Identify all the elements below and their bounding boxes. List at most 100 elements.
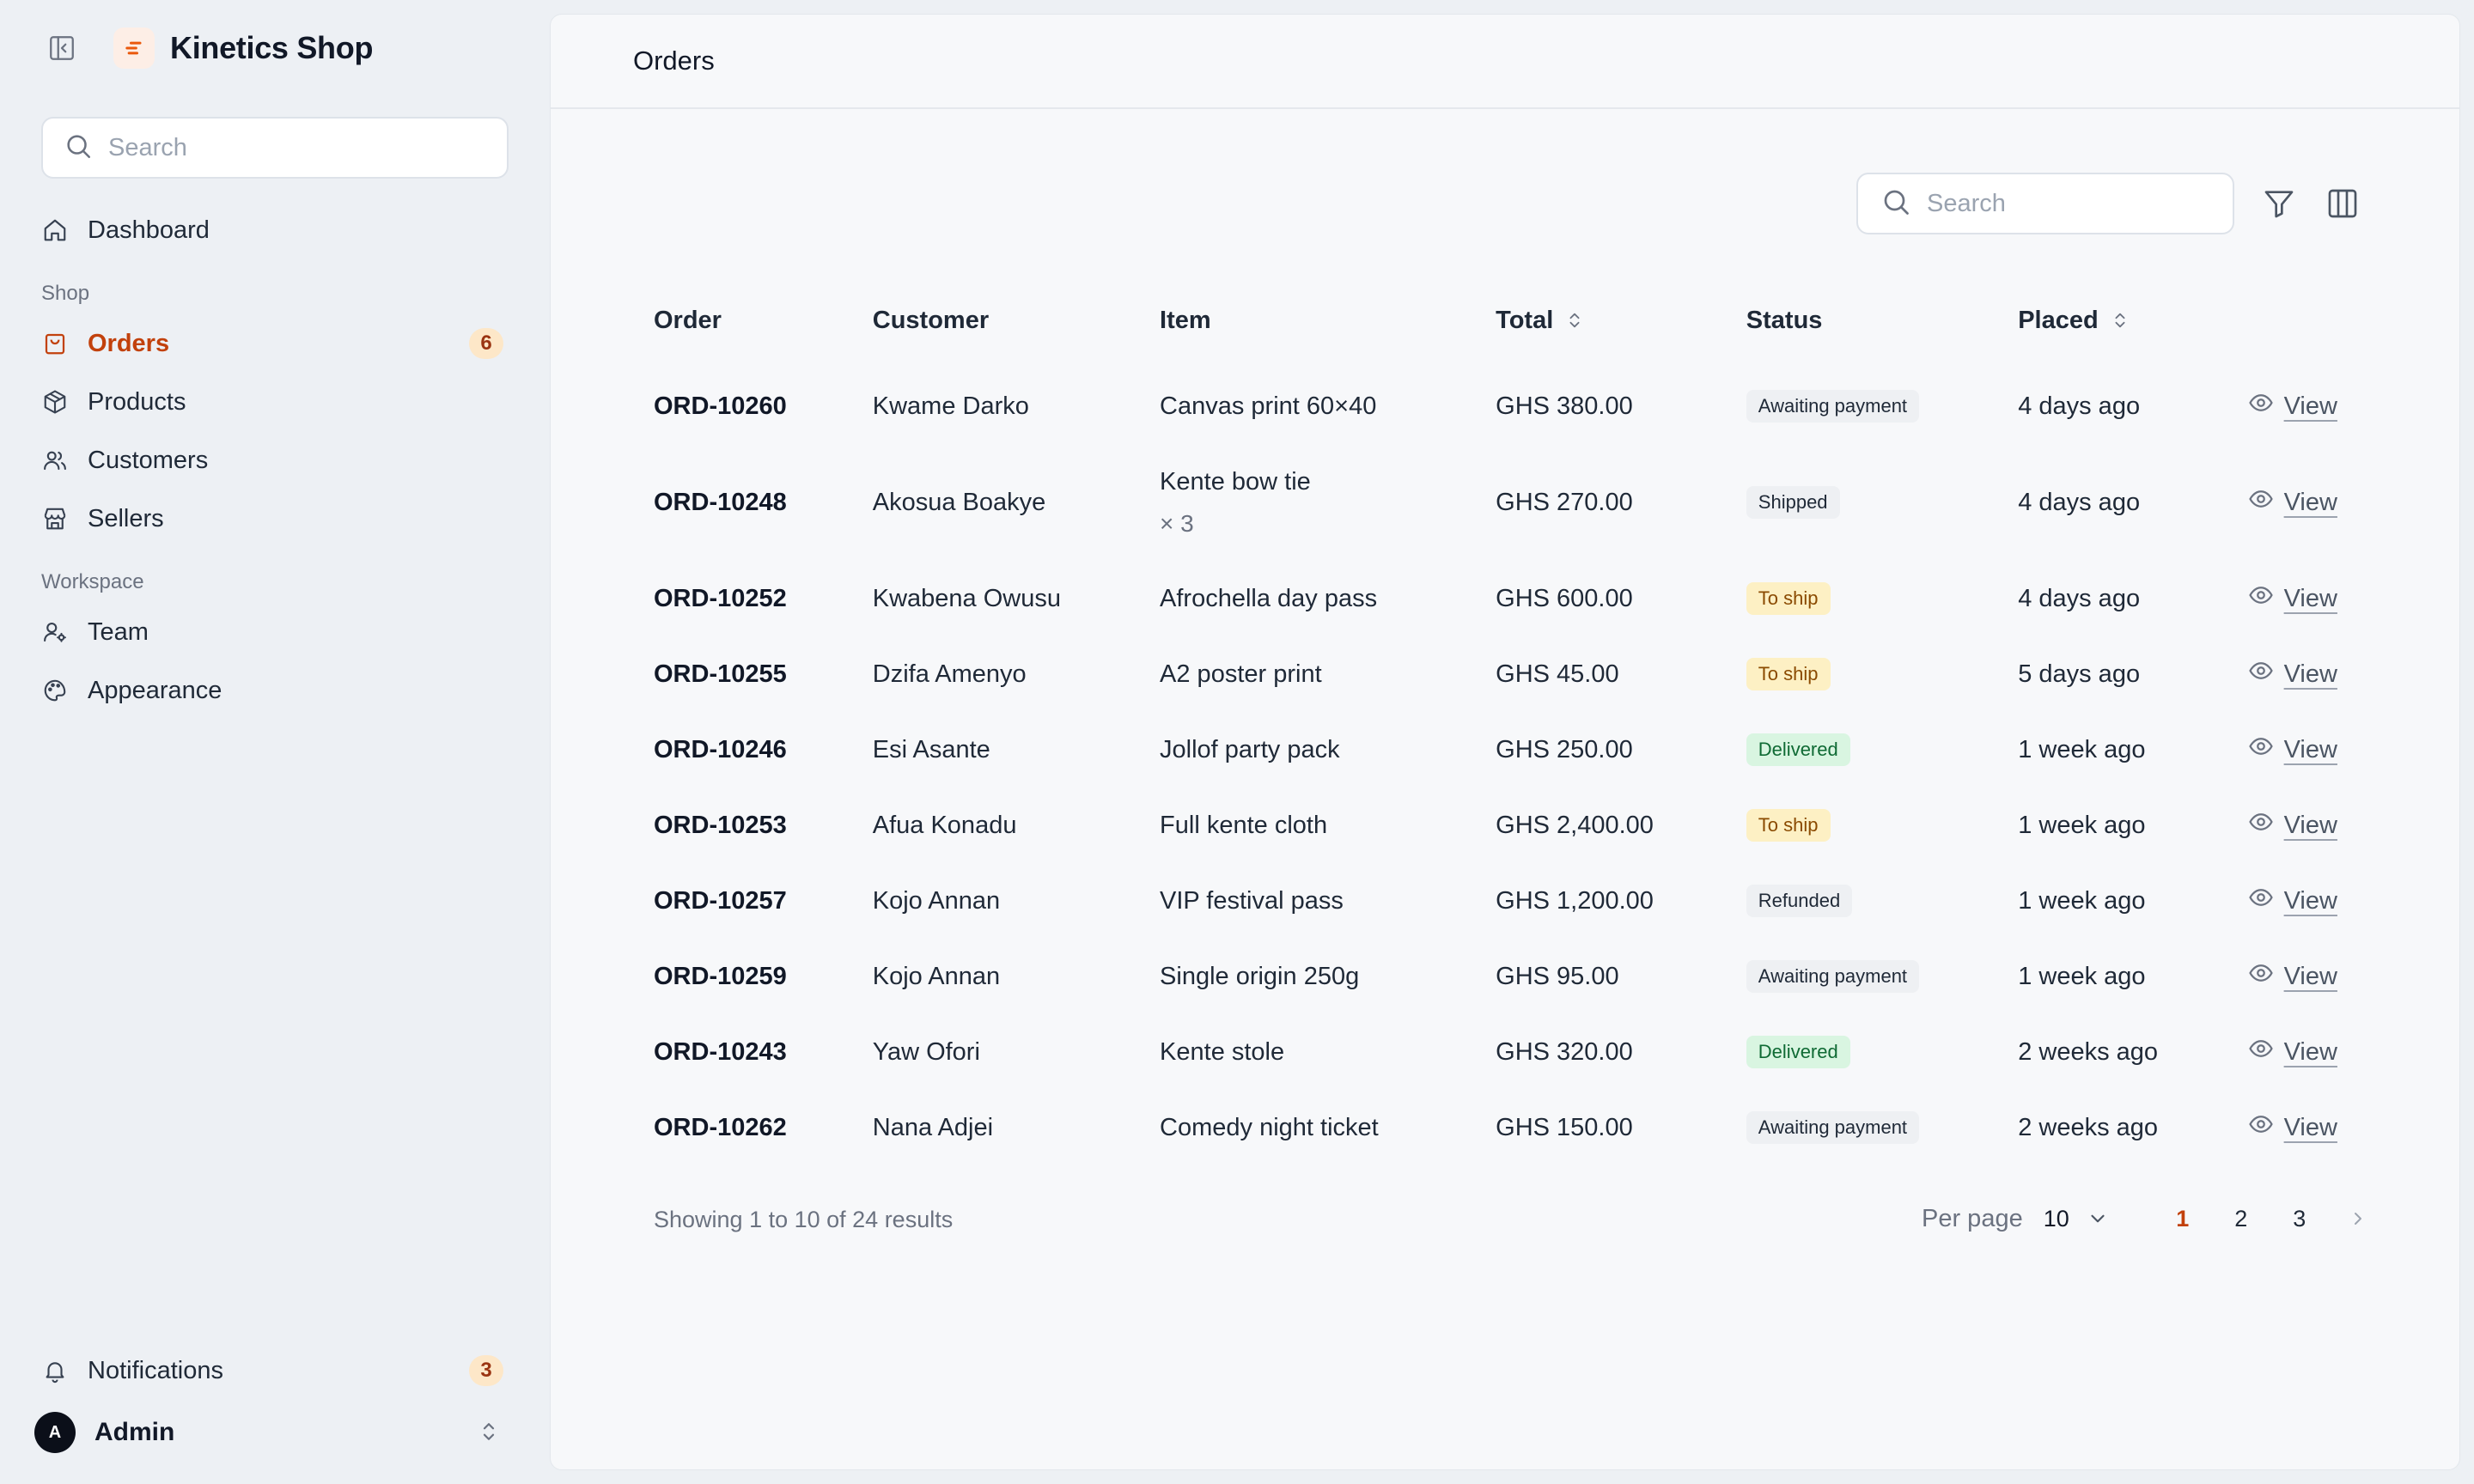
table-row[interactable]: ORD-10260 Kwame Darko Canvas print 60×40 GH… bbox=[654, 368, 2337, 444]
status-badge: Shipped bbox=[1746, 486, 1840, 519]
sidebar-item-label: Products bbox=[88, 387, 186, 416]
filter-icon[interactable] bbox=[2260, 185, 2298, 222]
main-panel: Orders Order Customer Item bbox=[550, 14, 2460, 1470]
table-row[interactable]: ORD-10248 Akosua Boakye Kente bow tie × 3 GH… bbox=[654, 444, 2337, 561]
table-row[interactable]: ORD-10255 Dzifa Amenyo A2 poster print GHS … bbox=[654, 636, 2337, 712]
view-order-link[interactable]: View bbox=[2248, 582, 2337, 615]
placed-date: 4 days ago bbox=[2018, 584, 2141, 612]
actions-cell: View bbox=[2248, 863, 2337, 939]
sidebar-item-notifications[interactable]: Notifications 3 bbox=[41, 1347, 509, 1395]
column-header-placed[interactable]: Placed bbox=[2018, 272, 2247, 368]
column-header-total-label: Total bbox=[1496, 306, 1554, 334]
view-order-link[interactable]: View bbox=[2248, 885, 2337, 917]
status-cell: Shipped bbox=[1746, 444, 2018, 561]
column-header-status: Status bbox=[1746, 306, 1823, 334]
orders-count-badge: 6 bbox=[469, 328, 503, 359]
order-total: GHS 45.00 bbox=[1496, 660, 1619, 688]
table-row[interactable]: ORD-10246 Esi Asante Jollof party pack GHS … bbox=[654, 712, 2337, 788]
view-order-link[interactable]: View bbox=[2248, 733, 2337, 766]
status-cell: Refunded bbox=[1746, 863, 2018, 939]
user-menu[interactable]: A Admin bbox=[34, 1408, 509, 1457]
view-order-link[interactable]: View bbox=[2248, 809, 2337, 842]
columns-icon[interactable] bbox=[2324, 185, 2361, 222]
table-row[interactable]: ORD-10257 Kojo Annan VIP festival pass GHS … bbox=[654, 863, 2337, 939]
sidebar-item-products[interactable]: Products bbox=[41, 378, 509, 426]
table-row[interactable]: ORD-10253 Afua Konadu Full kente cloth GHS … bbox=[654, 788, 2337, 863]
status-badge: Delivered bbox=[1746, 1036, 1850, 1068]
page-title: Orders bbox=[633, 46, 715, 76]
item-name: A2 poster print bbox=[1160, 660, 1322, 688]
table-row[interactable]: ORD-10262 Nana Adjei Comedy night ticket GH… bbox=[654, 1090, 2337, 1165]
table-row[interactable]: ORD-10243 Yaw Ofori Kente stole GHS 320.00 D… bbox=[654, 1014, 2337, 1090]
table-search-input[interactable] bbox=[1927, 189, 2219, 218]
page-3-button[interactable]: 3 bbox=[2270, 1206, 2329, 1232]
status-cell: Awaiting payment bbox=[1746, 939, 2018, 1014]
status-cell: To ship bbox=[1746, 561, 2018, 636]
item-cell: A2 poster print bbox=[1160, 636, 1496, 712]
status-badge: Delivered bbox=[1746, 733, 1850, 766]
order-id: ORD-10262 bbox=[654, 1113, 787, 1141]
box-icon bbox=[41, 388, 69, 416]
view-order-link[interactable]: View bbox=[2248, 658, 2337, 690]
table-header-row: Order Customer Item Total Status Placed bbox=[654, 272, 2337, 368]
eye-icon bbox=[2248, 658, 2274, 690]
customer-name: Yaw Ofori bbox=[872, 1037, 980, 1066]
sidebar-search[interactable] bbox=[41, 117, 509, 179]
brand-name: Kinetics Shop bbox=[170, 30, 374, 65]
shopping-bag-icon bbox=[41, 330, 69, 357]
results-summary: Showing 1 to 10 of 24 results bbox=[654, 1207, 954, 1232]
chevron-right-icon[interactable] bbox=[2329, 1208, 2387, 1229]
brand[interactable]: Kinetics Shop bbox=[113, 27, 373, 69]
view-order-link[interactable]: View bbox=[2248, 1111, 2337, 1144]
view-label: View bbox=[2283, 488, 2337, 516]
avatar: A bbox=[34, 1412, 76, 1453]
order-total: GHS 1,200.00 bbox=[1496, 886, 1654, 915]
per-page-select[interactable]: 10 bbox=[2044, 1206, 2109, 1232]
sidebar-item-sellers[interactable]: Sellers bbox=[41, 495, 509, 543]
actions-cell: View bbox=[2248, 788, 2337, 863]
sidebar-collapse-icon[interactable] bbox=[45, 31, 79, 65]
eye-icon bbox=[2248, 390, 2274, 423]
item-cell: Full kente cloth bbox=[1160, 788, 1496, 863]
sidebar-search-input[interactable] bbox=[108, 133, 486, 162]
sidebar-item-orders[interactable]: Orders 6 bbox=[41, 319, 509, 368]
eye-icon bbox=[2248, 885, 2274, 917]
table-row[interactable]: ORD-10252 Kwabena Owusu Afrochella day pas… bbox=[654, 561, 2337, 636]
sidebar-item-customers[interactable]: Customers bbox=[41, 436, 509, 484]
orders-table: Order Customer Item Total Status Placed bbox=[654, 272, 2337, 1165]
item-quantity: × 3 bbox=[1160, 509, 1194, 537]
item-cell: Kente stole bbox=[1160, 1014, 1496, 1090]
sidebar-item-dashboard[interactable]: Dashboard bbox=[41, 206, 509, 254]
item-name: Canvas print 60×40 bbox=[1160, 392, 1377, 420]
view-label: View bbox=[2283, 660, 2337, 688]
placed-date: 1 week ago bbox=[2018, 735, 2146, 763]
order-total: GHS 150.00 bbox=[1496, 1113, 1633, 1141]
column-header-total[interactable]: Total bbox=[1496, 272, 1746, 368]
actions-cell: View bbox=[2248, 1090, 2337, 1165]
sidebar-item-appearance[interactable]: Appearance bbox=[41, 666, 509, 715]
column-header-placed-label: Placed bbox=[2018, 306, 2099, 334]
table-search[interactable] bbox=[1856, 173, 2234, 234]
search-icon bbox=[1880, 186, 1911, 222]
status-badge: Awaiting payment bbox=[1746, 390, 1920, 423]
view-order-link[interactable]: View bbox=[2248, 960, 2337, 993]
view-label: View bbox=[2283, 886, 2337, 915]
view-order-link[interactable]: View bbox=[2248, 1036, 2337, 1068]
sidebar-item-label: Notifications bbox=[88, 1356, 223, 1384]
item-cell: VIP festival pass bbox=[1160, 863, 1496, 939]
section-label-shop: Shop bbox=[41, 282, 90, 305]
sidebar-item-team[interactable]: Team bbox=[41, 608, 509, 656]
item-name: Kente bow tie bbox=[1160, 467, 1311, 496]
table-toolbar bbox=[1856, 173, 2361, 234]
table-row[interactable]: ORD-10259 Kojo Annan Single origin 250g GHS… bbox=[654, 939, 2337, 1014]
page-2-button[interactable]: 2 bbox=[2212, 1206, 2270, 1232]
placed-date: 1 week ago bbox=[2018, 962, 2146, 990]
actions-cell: View bbox=[2248, 712, 2337, 788]
view-label: View bbox=[2283, 1113, 2337, 1141]
item-name: VIP festival pass bbox=[1160, 886, 1344, 915]
page-1-button[interactable]: 1 bbox=[2154, 1206, 2212, 1232]
view-order-link[interactable]: View bbox=[2248, 390, 2337, 423]
order-id: ORD-10259 bbox=[654, 962, 787, 990]
order-id: ORD-10253 bbox=[654, 811, 787, 839]
view-order-link[interactable]: View bbox=[2248, 486, 2337, 519]
